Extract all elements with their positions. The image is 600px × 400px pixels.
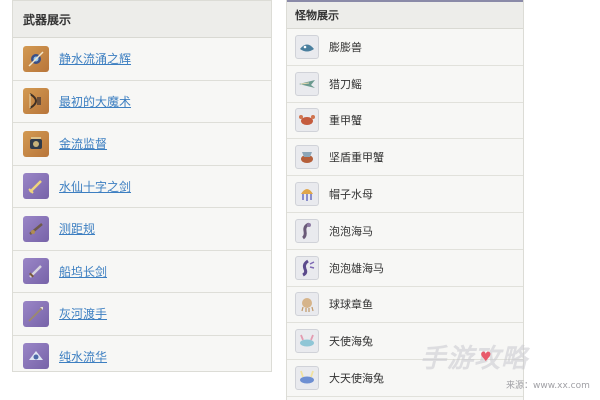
octopus-icon <box>295 292 319 317</box>
catalyst-icon[interactable] <box>23 45 49 72</box>
creature-icon <box>295 34 319 59</box>
monster-row[interactable]: 天使海兔 <box>287 323 523 361</box>
monster-label: 坚盾重甲蟹 <box>329 151 384 165</box>
monster-label: 泡泡雄海马 <box>329 261 384 275</box>
sword-icon[interactable] <box>23 258 49 285</box>
monster-row[interactable]: 球球章鱼 <box>287 287 523 324</box>
weapon-row: 金流监督 <box>13 123 271 166</box>
monster-label: 重甲蟹 <box>329 114 362 128</box>
monster-row[interactable]: 泡泡海马 <box>287 213 523 250</box>
monster-row[interactable]: 坚盾重甲蟹 <box>287 139 523 177</box>
weapon-link[interactable]: 最初的大魔术 <box>59 93 131 110</box>
seahorse-icon <box>295 218 319 243</box>
weapon-row: 灰河渡手 <box>13 293 271 336</box>
sea-hare-icon <box>295 329 319 354</box>
monster-label: 泡泡海马 <box>329 224 373 238</box>
monster-row[interactable]: 猎刀鳐 <box>287 66 523 103</box>
monster-row[interactable]: 大天使海兔 <box>287 360 523 397</box>
sword-icon[interactable] <box>23 173 49 200</box>
monster-row[interactable]: 帽子水母 <box>287 176 523 213</box>
polearm-icon[interactable] <box>23 300 49 327</box>
catalyst-icon[interactable] <box>23 130 49 157</box>
monster-row[interactable]: 泡泡雄海马 <box>287 250 523 287</box>
seahorse-icon <box>295 255 319 280</box>
weapons-panel-title: 武器展示 <box>13 1 271 38</box>
monster-label: 球球章鱼 <box>329 298 373 312</box>
monster-label: 大天使海兔 <box>329 372 384 386</box>
weapon-row: 最初的大魔术 <box>13 80 271 123</box>
sea-hare-icon <box>295 366 319 391</box>
jellyfish-icon <box>295 182 319 207</box>
weapon-row: 测距规 <box>13 208 271 251</box>
weapon-row: 水仙十字之剑 <box>13 165 271 208</box>
monsters-panel: 怪物展示 膨膨兽 猎刀鳐 重甲蟹 坚盾重甲蟹 帽子水母 泡泡海马 泡泡雄海马 球… <box>286 0 524 400</box>
catalyst-icon[interactable] <box>23 343 49 370</box>
monsters-panel-title: 怪物展示 <box>287 2 523 29</box>
weapons-panel: 武器展示 静水流涌之辉 最初的大魔术 金流监督 水仙十字之剑 测距规 船坞长剑 … <box>12 0 272 372</box>
monster-label: 猎刀鳐 <box>329 77 362 91</box>
shield-crab-icon <box>295 145 319 170</box>
ray-icon <box>295 71 319 96</box>
monster-label: 帽子水母 <box>329 188 373 202</box>
monster-row[interactable]: 重甲蟹 <box>287 103 523 140</box>
bow-icon[interactable] <box>23 215 49 242</box>
weapon-link[interactable]: 测距规 <box>59 220 95 237</box>
monster-row[interactable]: 膨膨兽 <box>287 29 523 66</box>
weapon-link[interactable]: 水仙十字之剑 <box>59 178 131 195</box>
monster-label: 膨膨兽 <box>329 40 362 54</box>
weapon-link[interactable]: 金流监督 <box>59 135 107 152</box>
weapon-link[interactable]: 船坞长剑 <box>59 263 107 280</box>
weapon-row: 纯水流华 <box>13 335 271 371</box>
weapon-link[interactable]: 纯水流华 <box>59 348 107 365</box>
weapon-row: 静水流涌之辉 <box>13 38 271 81</box>
bow-icon[interactable] <box>23 88 49 115</box>
crab-icon <box>295 108 319 133</box>
weapon-link[interactable]: 灰河渡手 <box>59 305 107 322</box>
weapon-row: 船坞长剑 <box>13 250 271 293</box>
weapon-link[interactable]: 静水流涌之辉 <box>59 50 131 67</box>
monster-label: 天使海兔 <box>329 335 373 349</box>
